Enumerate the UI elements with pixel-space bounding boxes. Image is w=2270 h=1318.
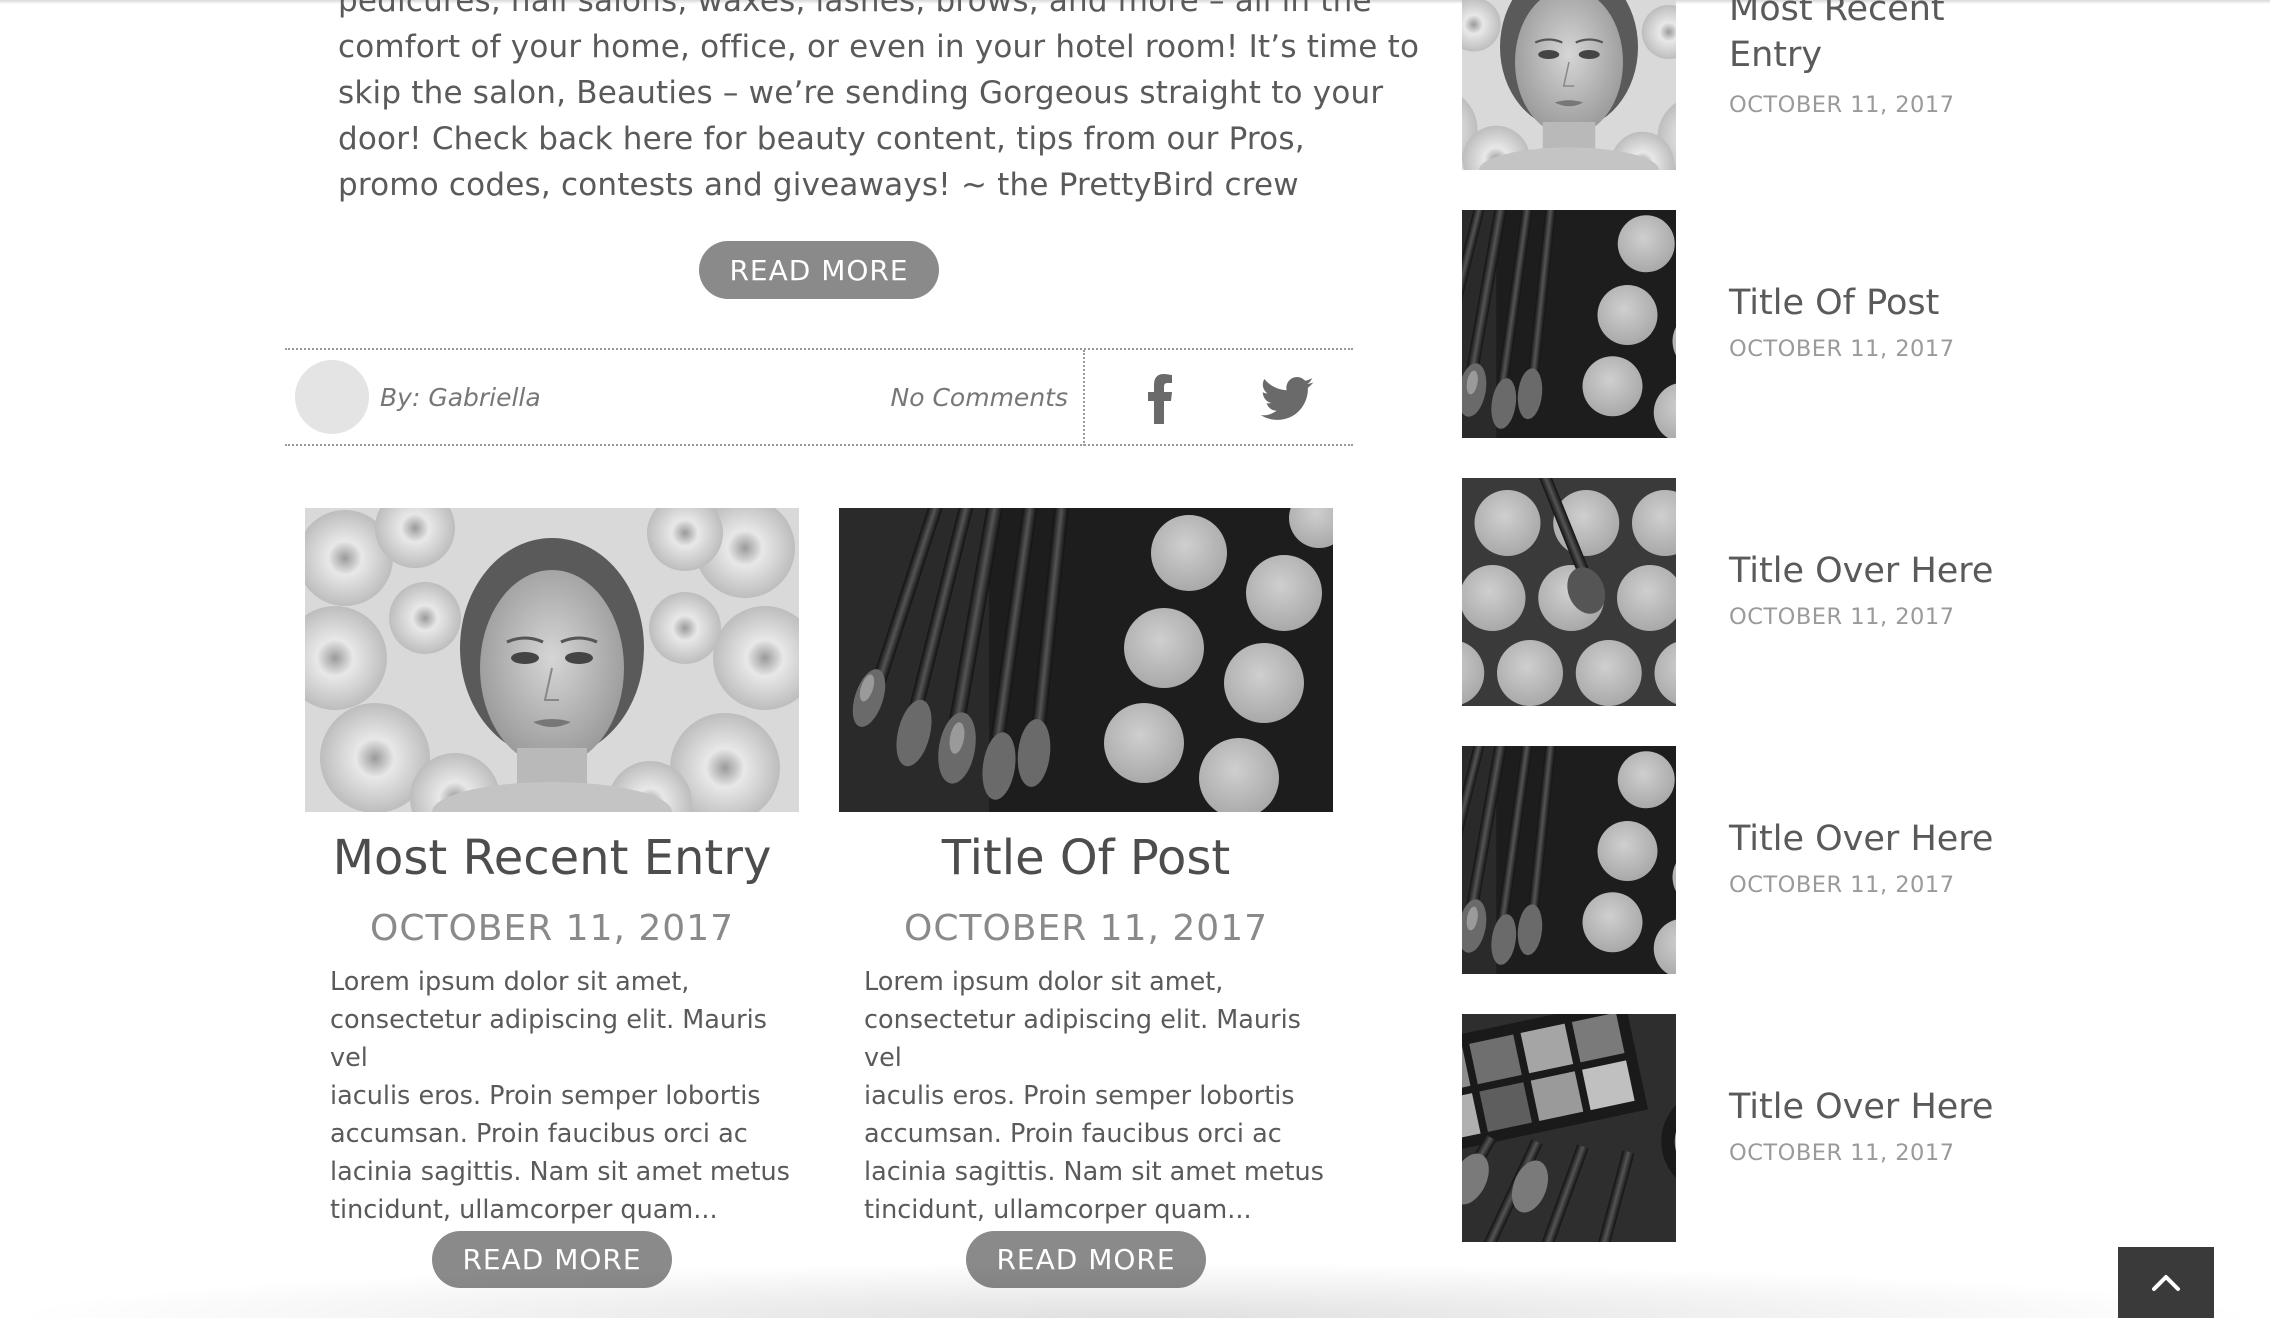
excerpt-line: iaculis eros. Proin semper lobortis — [330, 1081, 761, 1111]
sidebar-post-date: OCTOBER 11, 2017 — [1729, 872, 1955, 898]
read-more-button[interactable]: READ MORE — [432, 1231, 672, 1288]
blog-page: pedicures, nail salons, waxes, lashes, b… — [0, 0, 2270, 1318]
post-title[interactable]: Most Recent Entry — [305, 830, 799, 886]
makeup-brushes-image — [1462, 746, 1676, 974]
post-thumbnail[interactable] — [839, 508, 1333, 812]
sidebar-post-date: OCTOBER 11, 2017 — [1729, 604, 1955, 630]
post-excerpt: Lorem ipsum dolor sit amet, consectetur … — [864, 963, 1334, 1229]
sidebar-post-title[interactable]: Title Over Here — [1729, 548, 1993, 594]
eyeshadow-palette-image — [1462, 478, 1676, 706]
eyeshadow-brushes-image — [1462, 1014, 1676, 1242]
excerpt-line: tincidunt, ullamcorper quam... — [330, 1195, 718, 1225]
sidebar-thumbnail[interactable] — [1462, 1014, 1676, 1242]
author-byline[interactable]: By: Gabriella — [380, 350, 541, 446]
excerpt-line: consectetur adipiscing elit. Mauris vel — [864, 1005, 1301, 1073]
post-title[interactable]: Title Of Post — [839, 830, 1333, 886]
excerpt-line: tincidunt, ullamcorper quam... — [864, 1195, 1252, 1225]
excerpt-line: door! Check back here for beauty content… — [338, 121, 1305, 157]
makeup-brushes-image — [1462, 210, 1676, 438]
author-avatar — [295, 360, 369, 434]
sidebar-post-title[interactable]: Title Over Here — [1729, 816, 1993, 862]
twitter-icon[interactable] — [1260, 377, 1314, 421]
post-excerpt: Lorem ipsum dolor sit amet, consectetur … — [330, 963, 800, 1229]
excerpt-line: lacinia sagittis. Nam sit amet metus — [330, 1157, 790, 1187]
back-to-top-button[interactable] — [2118, 1247, 2214, 1318]
read-more-button[interactable]: READ MORE — [966, 1231, 1206, 1288]
sidebar-thumbnail[interactable] — [1462, 0, 1676, 170]
title-line: Most Recent — [1729, 0, 1945, 29]
sidebar-thumbnail[interactable] — [1462, 210, 1676, 438]
post-meta-bar: By: Gabriella No Comments — [285, 348, 1353, 446]
sidebar-thumbnail[interactable] — [1462, 478, 1676, 706]
sidebar-post-date: OCTOBER 11, 2017 — [1729, 336, 1955, 362]
woman-portrait-image — [305, 508, 799, 812]
excerpt-line: accumsan. Proin faucibus orci ac — [330, 1119, 748, 1149]
facebook-icon[interactable] — [1138, 374, 1184, 424]
post-date: OCTOBER 11, 2017 — [903, 908, 1268, 949]
makeup-brushes-image — [839, 508, 1333, 812]
excerpt-line: iaculis eros. Proin semper lobortis — [864, 1081, 1295, 1111]
post-thumbnail[interactable] — [305, 508, 799, 812]
excerpt-line: promo codes, contests and giveaways! ~ t… — [338, 167, 1299, 203]
featured-read-more-button[interactable]: READ MORE — [699, 241, 939, 299]
excerpt-line: Lorem ipsum dolor sit amet, — [864, 967, 1224, 997]
excerpt-line: skip the salon, Beauties – we’re sending… — [338, 75, 1384, 111]
sidebar-post-title[interactable]: Most Recent Entry — [1729, 0, 1945, 78]
comments-link[interactable]: No Comments — [891, 350, 1068, 446]
excerpt-line: Lorem ipsum dolor sit amet, — [330, 967, 690, 997]
title-line: Entry — [1729, 35, 1823, 75]
featured-post-excerpt: pedicures, nail salons, waxes, lashes, b… — [338, 0, 1420, 208]
sidebar-post-title[interactable]: Title Over Here — [1729, 1084, 1993, 1130]
post-date: OCTOBER 11, 2017 — [369, 908, 734, 949]
excerpt-line: pedicures, nail salons, waxes, lashes, b… — [338, 0, 1372, 19]
sidebar-post-title[interactable]: Title Of Post — [1729, 280, 1939, 326]
excerpt-line: consectetur adipiscing elit. Mauris vel — [330, 1005, 767, 1073]
sidebar-post-date: OCTOBER 11, 2017 — [1729, 92, 1955, 118]
excerpt-line: comfort of your home, office, or even in… — [338, 29, 1420, 65]
chevron-up-icon — [2152, 1275, 2180, 1291]
excerpt-line: accumsan. Proin faucibus orci ac — [864, 1119, 1282, 1149]
share-divider — [1083, 350, 1085, 446]
sidebar-thumbnail[interactable] — [1462, 746, 1676, 974]
sidebar-post-date: OCTOBER 11, 2017 — [1729, 1140, 1955, 1166]
excerpt-line: lacinia sagittis. Nam sit amet metus — [864, 1157, 1324, 1187]
woman-portrait-image — [1462, 0, 1676, 170]
